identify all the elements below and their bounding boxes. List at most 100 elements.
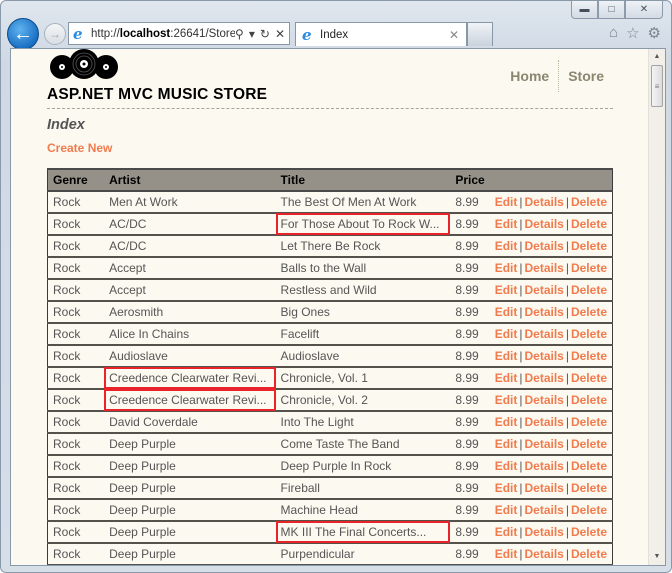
action-separator: | [565,481,569,495]
ie-tab-icon: e [302,25,312,44]
edit-link[interactable]: Edit [495,525,518,539]
cell-artist: Deep Purple [104,477,276,500]
details-link[interactable]: Details [524,195,563,209]
minimize-icon: ▬ [579,4,590,15]
cell-title: Come Taste The Band [275,433,451,456]
back-button[interactable]: ← [7,18,39,50]
address-bar[interactable]: e http://localhost:26641/StoreMa ⚲ ▾ ↻ ✕ [68,22,290,45]
new-tab-button[interactable] [467,22,493,46]
edit-link[interactable]: Edit [495,437,518,451]
action-separator: | [565,327,569,341]
address-url[interactable]: http://localhost:26641/StoreMa [91,28,235,40]
url-rest: :26641/StoreMa [170,27,236,40]
dropdown-icon[interactable]: ▾ [249,27,255,41]
delete-link[interactable]: Delete [571,415,607,429]
delete-link[interactable]: Delete [571,283,607,297]
cell-title: Machine Head [275,499,451,522]
edit-link[interactable]: Edit [495,261,518,275]
cell-genre: Rock [47,301,105,324]
details-link[interactable]: Details [524,437,563,451]
edit-link[interactable]: Edit [495,503,518,517]
site-title: ASP.NET MVC MUSIC STORE [47,86,268,103]
create-new-link[interactable]: Create New [47,141,112,155]
details-link[interactable]: Details [524,305,563,319]
maximize-button[interactable]: □ [598,1,625,19]
details-link[interactable]: Details [524,525,563,539]
cell-actions: Edit | Details | Delete [489,301,613,324]
edit-link[interactable]: Edit [495,327,518,341]
home-icon[interactable]: ⌂ [609,24,618,42]
details-link[interactable]: Details [524,283,563,297]
edit-link[interactable]: Edit [495,547,518,561]
scroll-down-icon[interactable]: ▼ [649,549,665,565]
nav-home-link[interactable]: Home [501,68,558,84]
details-link[interactable]: Details [524,349,563,363]
delete-link[interactable]: Delete [571,503,607,517]
edit-link[interactable]: Edit [495,415,518,429]
delete-link[interactable]: Delete [571,525,607,539]
cell-artist: AC/DC [104,235,276,258]
delete-link[interactable]: Delete [571,547,607,561]
nav-store-link[interactable]: Store [559,68,613,84]
delete-link[interactable]: Delete [571,217,607,231]
details-link[interactable]: Details [524,371,563,385]
edit-link[interactable]: Edit [495,305,518,319]
details-link[interactable]: Details [524,239,563,253]
search-icon[interactable]: ⚲ [235,27,244,41]
cell-artist: Audioslave [104,345,276,368]
star-icon[interactable]: ☆ [626,24,639,42]
delete-link[interactable]: Delete [571,261,607,275]
delete-link[interactable]: Delete [571,371,607,385]
details-link[interactable]: Details [524,217,563,231]
scroll-thumb[interactable]: ≡ [651,65,663,107]
action-separator: | [565,349,569,363]
delete-link[interactable]: Delete [571,239,607,253]
refresh-icon[interactable]: ↻ [260,27,270,41]
edit-link[interactable]: Edit [495,283,518,297]
close-window-button[interactable]: ✕ [625,1,663,19]
details-link[interactable]: Details [524,503,563,517]
table-row: Rock AC/DC For Those About To Rock W... 8.9… [47,213,613,236]
cell-artist: Deep Purple [104,521,276,544]
tab-close-icon[interactable]: ✕ [449,28,466,42]
details-link[interactable]: Details [524,327,563,341]
cell-actions: Edit | Details | Delete [489,411,613,434]
forward-button[interactable]: → [44,23,66,45]
vertical-scrollbar[interactable]: ▲ ≡ ▼ [648,49,665,565]
minimize-button[interactable]: ▬ [571,1,598,19]
cell-price: 8.99 [450,191,490,214]
delete-link[interactable]: Delete [571,393,607,407]
edit-link[interactable]: Edit [495,217,518,231]
stop-icon[interactable]: ✕ [275,27,285,41]
edit-link[interactable]: Edit [495,349,518,363]
cell-actions: Edit | Details | Delete [489,257,613,280]
delete-link[interactable]: Delete [571,195,607,209]
details-link[interactable]: Details [524,261,563,275]
scroll-up-icon[interactable]: ▲ [649,49,665,65]
edit-link[interactable]: Edit [495,481,518,495]
cell-price: 8.99 [450,301,490,324]
action-separator: | [565,217,569,231]
details-link[interactable]: Details [524,459,563,473]
details-link[interactable]: Details [524,393,563,407]
header-genre: Genre [47,168,105,192]
page-title: Index [47,117,85,133]
delete-link[interactable]: Delete [571,327,607,341]
edit-link[interactable]: Edit [495,371,518,385]
gear-icon[interactable]: ⚙ [648,24,661,42]
table-row: Rock Men At Work The Best Of Men At Work 8.… [47,191,613,214]
details-link[interactable]: Details [524,415,563,429]
edit-link[interactable]: Edit [495,393,518,407]
edit-link[interactable]: Edit [495,459,518,473]
delete-link[interactable]: Delete [571,437,607,451]
delete-link[interactable]: Delete [571,305,607,319]
delete-link[interactable]: Delete [571,349,607,363]
tab-index[interactable]: e Index ✕ [295,22,467,46]
details-link[interactable]: Details [524,547,563,561]
edit-link[interactable]: Edit [495,239,518,253]
delete-link[interactable]: Delete [571,481,607,495]
cell-artist: Alice In Chains [104,323,276,346]
edit-link[interactable]: Edit [495,195,518,209]
delete-link[interactable]: Delete [571,459,607,473]
details-link[interactable]: Details [524,481,563,495]
